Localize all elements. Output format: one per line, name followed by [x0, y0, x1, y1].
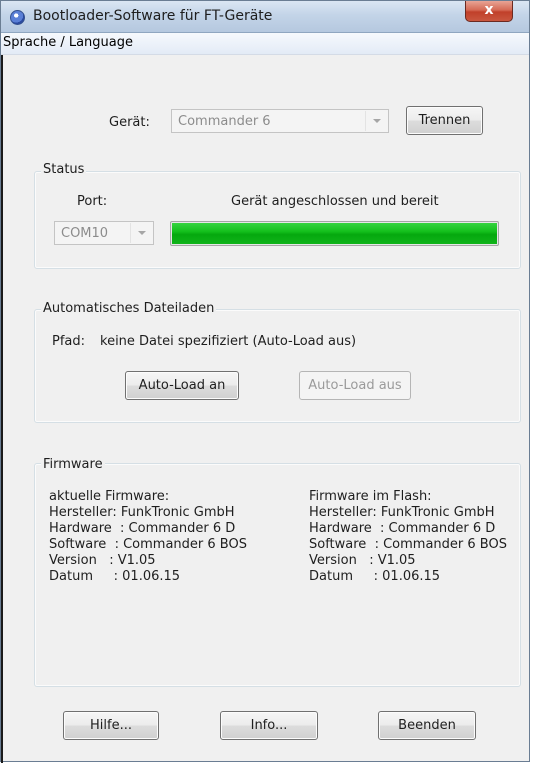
flash-fw-version: Version : V1.05: [309, 553, 416, 568]
status-message: Gerät angeschlossen und bereit: [231, 194, 439, 209]
window-title: Bootloader-Software für FT-Geräte: [33, 8, 273, 24]
port-select-value: COM10: [61, 226, 109, 241]
autoload-group-title: Automatisches Dateiladen: [41, 301, 217, 316]
flash-fw-heading: Firmware im Flash:: [309, 489, 432, 504]
progress-fill: [172, 223, 497, 244]
current-fw-software: Software : Commander 6 BOS: [49, 537, 247, 552]
exit-button[interactable]: Beenden: [378, 711, 476, 740]
flash-fw-manufacturer: Hersteller: FunkTronic GmbH: [309, 505, 495, 520]
connection-progress-bar: [170, 221, 499, 246]
status-group: [34, 171, 521, 269]
path-value: keine Datei spezifiziert (Auto-Load aus): [100, 334, 357, 349]
device-label: Gerät:: [109, 115, 150, 130]
current-fw-date: Datum : 01.06.15: [49, 569, 181, 584]
title-bar[interactable]: Bootloader-Software für FT-Geräte x: [1, 1, 529, 33]
bootloader-window: Bootloader-Software für FT-Geräte x Spra…: [0, 0, 530, 763]
autoload-group: [34, 309, 521, 423]
close-icon: x: [484, 2, 494, 18]
info-button[interactable]: Info...: [220, 711, 318, 740]
port-label: Port:: [77, 194, 108, 209]
current-fw-hardware: Hardware : Commander 6 D: [49, 521, 236, 536]
chevron-down-icon: [130, 223, 152, 243]
flash-fw-software: Software : Commander 6 BOS: [309, 537, 507, 552]
flash-fw-hardware: Hardware : Commander 6 D: [309, 521, 496, 536]
disconnect-button[interactable]: Trennen: [406, 106, 483, 135]
help-button[interactable]: Hilfe...: [63, 711, 159, 740]
current-fw-version: Version : V1.05: [49, 553, 156, 568]
port-select[interactable]: COM10: [54, 221, 154, 245]
window-edge: [1, 55, 3, 763]
firmware-group-title: Firmware: [41, 457, 105, 472]
path-label: Pfad:: [52, 334, 86, 349]
chevron-down-icon: [365, 111, 387, 131]
menu-bar: Sprache / Language: [1, 33, 529, 55]
device-select[interactable]: Commander 6: [171, 109, 389, 133]
flash-fw-date: Datum : 01.06.15: [309, 569, 441, 584]
menu-language[interactable]: Sprache / Language: [3, 35, 133, 50]
close-button[interactable]: x: [465, 1, 513, 22]
current-fw-heading: aktuelle Firmware:: [49, 489, 170, 504]
autoload-on-button[interactable]: Auto-Load an: [125, 371, 239, 400]
current-fw-manufacturer: Hersteller: FunkTronic GmbH: [49, 505, 235, 520]
autoload-off-button[interactable]: Auto-Load aus: [299, 371, 411, 400]
globe-icon: [10, 10, 25, 25]
status-group-title: Status: [41, 162, 87, 177]
device-select-value: Commander 6: [178, 114, 271, 129]
